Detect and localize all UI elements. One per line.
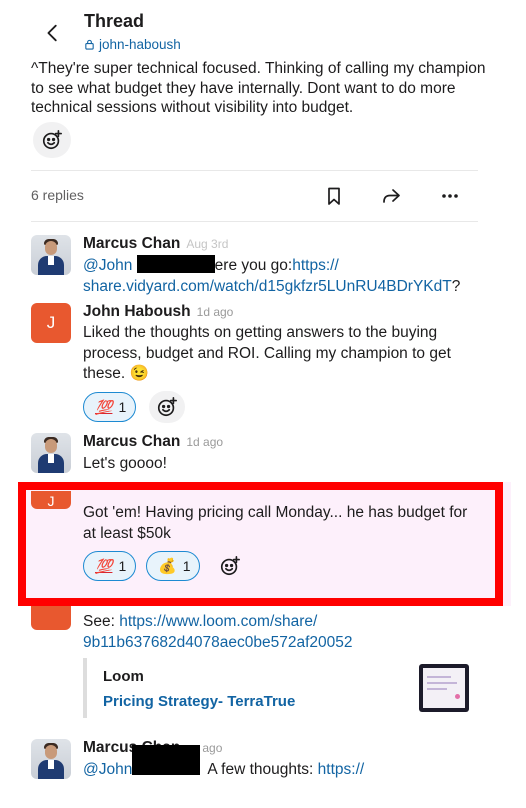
preview-site-name: Loom: [103, 668, 144, 685]
bookmark-button[interactable]: [321, 183, 347, 209]
message-text-part: ?: [451, 277, 461, 295]
replies-count: 6 replies: [31, 187, 84, 203]
message-time: 1d ago: [196, 305, 234, 319]
reaction-count: 1: [182, 558, 191, 574]
message-link[interactable]: https://www.loom.com/share/: [119, 613, 317, 630]
page-title: Thread: [84, 11, 145, 31]
message-link[interactable]: https://: [292, 257, 339, 274]
author-name: Marcus Chan: [83, 235, 181, 252]
add-reaction-button[interactable]: [149, 391, 185, 423]
share-icon: [383, 189, 400, 203]
message-text: @John A few thoughts: https://: [83, 760, 483, 781]
avatar[interactable]: [31, 433, 71, 473]
author-name: Marcus Chan: [83, 433, 181, 450]
message-time: ago: [202, 741, 223, 755]
avatar[interactable]: [31, 606, 71, 630]
reaction-count: 1: [118, 399, 127, 415]
preview-title[interactable]: Pricing Strategy- TerraTrue: [103, 693, 295, 710]
message-time: Aug 3rd: [186, 237, 229, 251]
divider: [31, 170, 478, 171]
message-link[interactable]: https://: [318, 761, 365, 778]
add-reaction-icon: [157, 397, 177, 417]
back-button[interactable]: [38, 18, 68, 48]
add-reaction-icon: [42, 130, 62, 150]
channel-name: john-haboush: [99, 37, 181, 52]
more-actions-button[interactable]: [437, 183, 463, 209]
reaction-money-bag[interactable]: 💰 1: [146, 551, 201, 581]
add-reaction-button[interactable]: [33, 122, 71, 158]
share-button[interactable]: [378, 183, 404, 209]
reaction-hundred[interactable]: 💯 1: [83, 392, 137, 422]
avatar[interactable]: J: [31, 303, 71, 343]
add-reaction-icon: [220, 556, 240, 576]
message-text-part: ere you go:: [214, 257, 293, 274]
message-text: @John ere you go:https:// share.vidyard.c…: [83, 255, 483, 297]
bookmark-icon: [328, 187, 340, 205]
message-link[interactable]: share.vidyard.com/watch/d15gkfzr5LUnRU4B…: [83, 278, 452, 295]
avatar-initial: J: [47, 493, 55, 509]
preview-thumbnail[interactable]: [419, 664, 469, 712]
message-link[interactable]: 9b11b637682d4078aec0be572af20052: [83, 634, 353, 651]
message-author[interactable]: Marcus Chan Aug 3rd: [83, 235, 228, 253]
link-preview[interactable]: Loom Pricing Strategy- TerraTrue: [83, 658, 475, 718]
message-text-part: See:: [83, 613, 120, 630]
user-mention[interactable]: @John: [83, 761, 132, 778]
message-time: 1d ago: [186, 435, 224, 449]
add-reaction-button[interactable]: [212, 550, 248, 582]
avatar[interactable]: J: [31, 491, 71, 509]
more-horizontal-icon: [442, 194, 458, 198]
message-author[interactable]: John Haboush 1d ago: [83, 303, 233, 321]
message-text: Got 'em! Having pricing call Monday... h…: [83, 504, 468, 542]
lock-icon: [85, 39, 94, 50]
avatar[interactable]: [31, 235, 71, 275]
avatar[interactable]: [31, 739, 71, 779]
reaction-count: 1: [118, 558, 127, 574]
divider: [31, 221, 478, 222]
money-bag-emoji: 💰: [158, 558, 177, 575]
author-name: John Haboush: [83, 303, 191, 320]
thread-header: Thread john-haboush: [0, 0, 526, 58]
reaction-hundred[interactable]: 💯 1: [83, 551, 137, 581]
message-text: Let's goooo!: [83, 455, 167, 472]
redaction: [136, 255, 215, 273]
channel-link[interactable]: john-haboush: [84, 37, 181, 52]
chevron-left-icon: [47, 24, 57, 42]
parent-message-text: ^They're super technical focused. Thinki…: [31, 60, 486, 116]
message-author[interactable]: Marcus Chan 1d ago: [83, 433, 223, 451]
hundred-emoji: 💯: [95, 398, 113, 415]
hundred-emoji: 💯: [95, 557, 113, 574]
highlighted-message: [18, 482, 511, 606]
message-text-part: A few thoughts:: [207, 761, 318, 778]
message-text: Liked the thoughts on getting answers to…: [83, 324, 451, 382]
avatar-initial: J: [46, 313, 56, 332]
user-mention[interactable]: @John: [83, 257, 132, 274]
message-text: See: https://www.loom.com/share/9b11b637…: [83, 612, 483, 653]
